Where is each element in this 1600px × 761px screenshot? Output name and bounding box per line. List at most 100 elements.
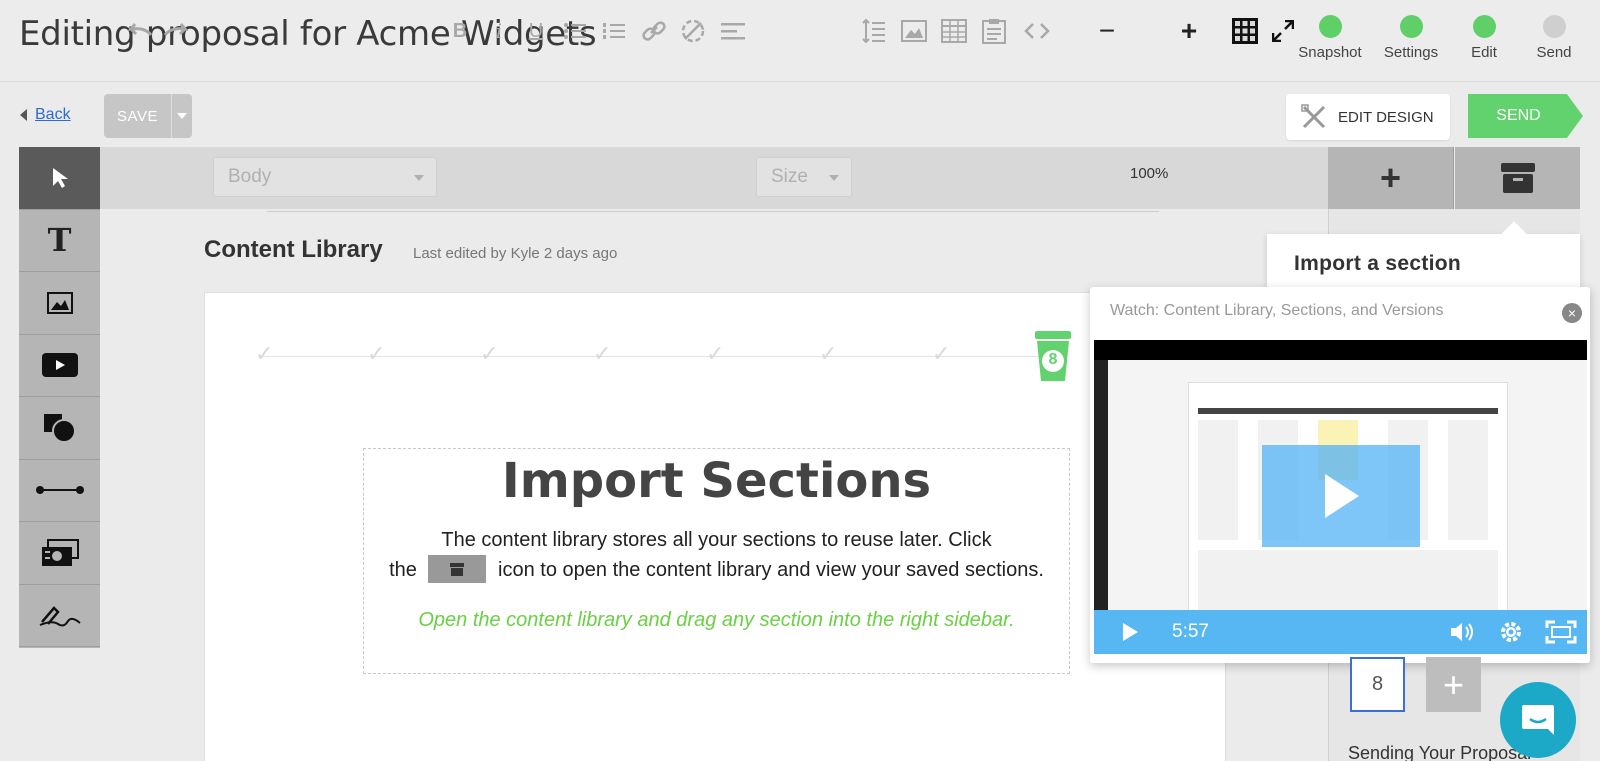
import-sections-block[interactable]: Import Sections The content library stor…	[363, 448, 1070, 674]
chevron-down-icon	[829, 175, 839, 181]
import-desc-suffix: icon to open the content library and vie…	[498, 559, 1044, 581]
underline-button[interactable]: U	[522, 0, 550, 62]
tool-line[interactable]	[19, 460, 100, 522]
video-player[interactable]: 5:57	[1094, 340, 1587, 654]
plus-icon: +	[1442, 663, 1465, 705]
archive-box-icon	[428, 554, 487, 583]
step-label: Settings	[1383, 44, 1439, 61]
table-icon	[941, 19, 967, 43]
insert-table-button[interactable]	[938, 0, 970, 62]
back-link[interactable]: Back	[20, 106, 71, 124]
play-overlay-button[interactable]	[1262, 445, 1420, 547]
undo-button[interactable]	[122, 0, 156, 62]
step-send[interactable]: Send	[1514, 15, 1594, 61]
tool-shapes[interactable]	[19, 397, 100, 460]
import-desc-line-2: the icon to open the content library and…	[364, 554, 1069, 585]
tool-signature[interactable]	[19, 585, 100, 647]
plus-icon: +	[1379, 157, 1402, 198]
plus-icon: +	[1180, 15, 1198, 46]
bold-button[interactable]: B	[446, 0, 474, 62]
last-edited-info: Last edited by Kyle 2 days ago	[413, 245, 618, 262]
numbered-list-button[interactable]	[600, 0, 628, 62]
line-icon	[35, 486, 84, 495]
close-icon: ×	[1567, 305, 1577, 321]
section-caption: Sending Your Proposal	[1348, 743, 1532, 761]
unlink-icon	[681, 19, 705, 43]
settings-gear-icon[interactable]	[1499, 620, 1523, 644]
document-page: ✓ ✓ ✓ ✓ ✓ ✓ ✓ 8 Import Sections The cont…	[204, 292, 1226, 761]
insert-image-icon	[901, 20, 927, 42]
tool-pricing[interactable]	[19, 522, 100, 585]
grid-toggle-button[interactable]	[1230, 0, 1260, 62]
zoom-in-button[interactable]: +	[1178, 0, 1200, 62]
content-library-tab[interactable]	[1455, 147, 1580, 209]
shapes-icon	[43, 413, 76, 443]
tool-video[interactable]	[19, 335, 100, 397]
check-icon: ✓	[255, 341, 274, 366]
underline-icon: U	[528, 19, 544, 42]
align-button[interactable]	[718, 0, 750, 62]
step-settings[interactable]: Settings	[1371, 15, 1451, 61]
section-thumbnail[interactable]: 8	[1350, 657, 1405, 712]
back-arrow-icon	[20, 109, 27, 121]
progress-badge-number: 8	[1048, 351, 1058, 368]
bullet-list-button[interactable]	[561, 0, 589, 62]
code-button[interactable]	[1020, 0, 1054, 62]
tool-image[interactable]	[19, 272, 100, 335]
font-size-select[interactable]: Size	[756, 157, 852, 197]
font-size-value: Size	[771, 166, 808, 187]
align-left-icon	[721, 23, 745, 40]
minus-icon: −	[1098, 15, 1116, 46]
page-ruler	[267, 211, 1159, 212]
send-button[interactable]: SEND	[1468, 94, 1583, 138]
add-section-button[interactable]: +	[1426, 657, 1481, 712]
import-desc-prefix: the	[389, 559, 417, 581]
save-options-dropdown[interactable]	[171, 94, 192, 138]
chat-launcher-button[interactable]	[1500, 682, 1576, 758]
unlink-button[interactable]	[677, 0, 709, 62]
edit-design-label: EDIT DESIGN	[1338, 108, 1434, 126]
check-icon: ✓	[593, 341, 612, 366]
redo-icon	[163, 23, 189, 36]
paste-button[interactable]	[978, 0, 1010, 62]
tool-pointer[interactable]	[19, 147, 100, 210]
save-button-group: SAVE	[104, 94, 192, 138]
import-section-popover: Import a section	[1267, 221, 1580, 294]
image-icon	[46, 291, 73, 314]
close-video-button[interactable]: ×	[1562, 303, 1582, 323]
progress-cup-icon: 8	[1033, 329, 1073, 388]
undo-icon	[127, 23, 153, 36]
step-edit[interactable]: Edit	[1444, 15, 1524, 61]
text-icon: T	[47, 221, 72, 260]
italic-button[interactable]: i	[485, 0, 513, 62]
chevron-down-icon	[177, 113, 187, 119]
add-section-tab[interactable]: +	[1328, 147, 1454, 209]
fullscreen-button[interactable]	[1268, 0, 1298, 62]
step-label: Send	[1536, 44, 1572, 61]
send-label: SEND	[1496, 107, 1541, 124]
video-title: Watch: Content Library, Sections, and Ve…	[1110, 302, 1444, 319]
volume-icon[interactable]	[1449, 621, 1475, 643]
check-icon: ✓	[706, 341, 725, 366]
edit-design-button[interactable]: EDIT DESIGN	[1286, 94, 1450, 140]
tool-text[interactable]: T	[19, 210, 100, 272]
link-button[interactable]	[638, 0, 670, 62]
insert-image-button[interactable]	[898, 0, 930, 62]
fullscreen-icon[interactable]	[1545, 620, 1577, 644]
grid-icon	[1232, 18, 1258, 44]
redo-button[interactable]	[160, 0, 194, 62]
archive-box-icon	[1500, 163, 1535, 193]
design-tools-icon	[1301, 104, 1326, 129]
step-label: Edit	[1471, 44, 1497, 61]
step-label: Snapshot	[1298, 44, 1362, 61]
line-height-button[interactable]	[858, 0, 890, 62]
pointer-icon	[52, 167, 68, 188]
text-style-select[interactable]: Body	[213, 157, 437, 197]
save-button[interactable]: SAVE	[104, 108, 171, 125]
zoom-out-button[interactable]: −	[1096, 0, 1118, 62]
video-popup: Watch: Content Library, Sections, and Ve…	[1090, 287, 1590, 663]
italic-icon: i	[495, 19, 503, 43]
play-icon[interactable]	[1120, 622, 1140, 642]
step-snapshot[interactable]: Snapshot	[1290, 15, 1370, 61]
check-icon: ✓	[819, 341, 838, 366]
